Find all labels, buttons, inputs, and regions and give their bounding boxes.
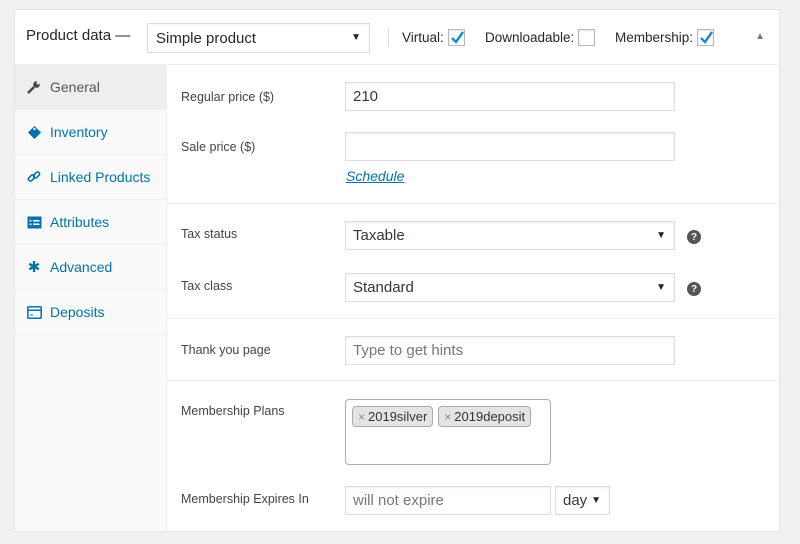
link-icon [26,169,42,185]
sale-price-label: Sale price ($) [181,140,256,154]
remove-icon[interactable]: × [444,410,451,424]
membership-plans-label: Membership Plans [181,404,285,418]
tab-deposits[interactable]: Deposits [15,290,166,335]
schedule-link[interactable]: Schedule [346,168,404,184]
membership-expires-placeholder: will not expire [353,492,444,509]
product-type-select[interactable]: Simple product ▼ [147,23,370,53]
membership-checkbox[interactable] [697,29,715,46]
tab-inventory[interactable]: Inventory [15,110,166,155]
virtual-checkbox[interactable] [447,29,465,46]
gear-icon: ✱ [27,259,41,276]
panel-title: Product data — [26,27,131,44]
header-divider [388,27,389,47]
membership-expires-label: Membership Expires In [181,492,309,506]
dropdown-arrow-icon: ▼ [591,495,601,506]
thank-you-page-input[interactable]: Type to get hints [345,336,675,365]
checkmark-icon [450,31,464,44]
regular-price-input[interactable]: 210 [345,82,675,111]
tab-attributes[interactable]: Attributes [15,200,166,245]
pricing-group: Regular price ($) 210 Sale price ($) Sch… [167,65,779,204]
tab-label: Advanced [50,259,113,275]
tab-label: Inventory [50,124,108,140]
product-data-tabs: General Inventory Linked Products Attrib… [15,65,167,531]
downloadable-checkbox[interactable] [578,29,596,46]
virtual-label: Virtual: [402,30,444,45]
virtual-option[interactable]: Virtual: [402,29,465,46]
tab-label: General [50,79,100,95]
plan-name: 2019silver [368,409,428,424]
membership-group: Membership Plans × 2019silver × 2019depo… [167,381,779,531]
tab-label: Deposits [50,304,105,320]
regular-price-label: Regular price ($) [181,90,275,104]
tag-icon [26,124,42,140]
product-data-header: Product data — Simple product ▼ Virtual:… [15,10,779,65]
plan-chip: × 2019silver [352,406,434,427]
sale-price-input[interactable] [345,132,675,161]
tab-linked-products[interactable]: Linked Products [15,155,166,200]
regular-price-value: 210 [353,88,379,105]
dropdown-arrow-icon: ▼ [656,282,666,293]
dropdown-arrow-icon: ▼ [656,230,666,241]
membership-option[interactable]: Membership: [615,29,715,46]
thank-you-page-placeholder: Type to get hints [353,342,464,359]
tax-class-select[interactable]: Standard ▼ [345,273,675,302]
thank-you-page-label: Thank you page [181,343,271,357]
tax-group: Tax status Taxable ▼ ? Tax class Standar… [167,204,779,319]
tax-status-select[interactable]: Taxable ▼ [345,221,675,250]
checkmark-icon [700,31,714,44]
plan-name: 2019deposit [454,409,526,424]
membership-label: Membership: [615,30,694,45]
dropdown-arrow-icon: ▼ [351,32,361,43]
remove-icon[interactable]: × [358,410,365,424]
tax-class-label: Tax class [181,279,233,293]
product-type-value: Simple product [156,30,257,47]
thank-you-group: Thank you page Type to get hints [167,319,779,381]
tab-general[interactable]: General [15,65,166,110]
membership-plans-select[interactable]: × 2019silver × 2019deposit [345,399,551,465]
credit-card-icon [26,304,42,320]
tab-label: Linked Products [50,169,151,185]
downloadable-option[interactable]: Downloadable: [485,29,596,46]
help-icon[interactable]: ? [687,282,701,296]
downloadable-label: Downloadable: [485,30,575,45]
membership-expires-input[interactable]: will not expire [345,486,551,515]
help-icon[interactable]: ? [687,230,701,244]
tab-advanced[interactable]: ✱ Advanced [15,245,166,290]
product-data-panel: Product data — Simple product ▼ Virtual:… [14,9,780,532]
expires-unit-value: day [563,492,588,509]
tax-status-value: Taxable [353,227,405,244]
tax-class-value: Standard [353,279,414,296]
tax-status-label: Tax status [181,227,238,241]
general-panel: Regular price ($) 210 Sale price ($) Sch… [167,65,779,531]
tab-label: Attributes [50,214,110,230]
expires-unit-select[interactable]: day ▼ [555,486,610,515]
plan-chip: × 2019deposit [438,406,532,427]
collapse-toggle-icon[interactable]: ▲ [755,31,765,42]
wrench-icon [26,79,42,95]
list-card-icon [26,214,42,230]
